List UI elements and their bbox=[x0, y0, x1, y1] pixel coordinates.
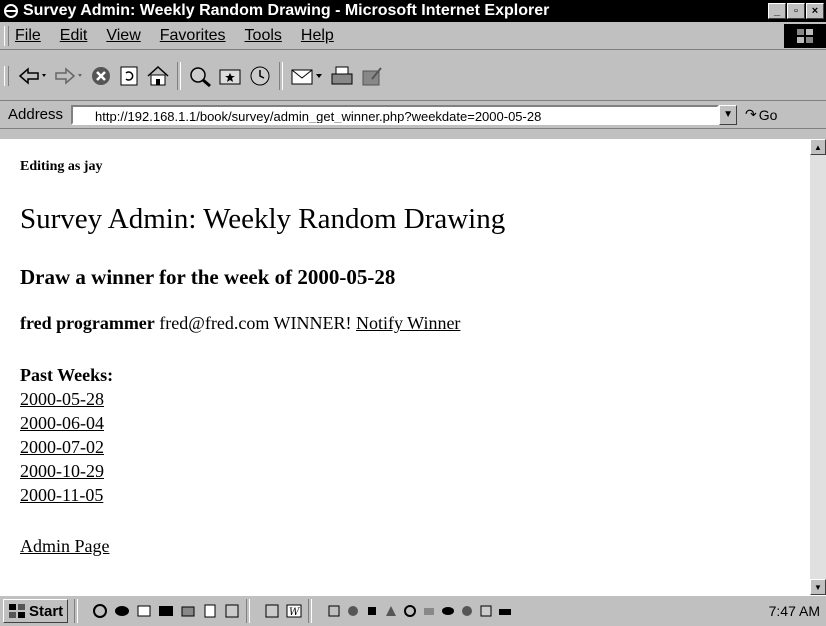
standard-toolbar bbox=[0, 51, 826, 101]
search-icon[interactable] bbox=[188, 61, 212, 91]
chevron-down-icon: ▼ bbox=[723, 109, 733, 120]
running-app-icon[interactable] bbox=[264, 603, 280, 619]
go-button[interactable]: ↷ Go bbox=[745, 106, 777, 123]
taskbar: Start W 7:47 AM bbox=[0, 595, 826, 626]
past-weeks-label: Past Weeks: bbox=[20, 365, 114, 385]
taskbar-separator bbox=[74, 599, 79, 623]
notify-winner-link[interactable]: Notify Winner bbox=[356, 313, 460, 333]
forward-icon[interactable] bbox=[54, 61, 84, 91]
page-title: Survey Admin: Weekly Random Drawing bbox=[20, 203, 506, 235]
arrow-down-icon: ▼ bbox=[814, 582, 822, 592]
admin-page-link[interactable]: Admin Page bbox=[20, 536, 110, 557]
address-input[interactable]: http://192.168.1.1/book/survey/admin_get… bbox=[71, 104, 720, 125]
editing-as-label: Editing as jay bbox=[20, 159, 103, 174]
past-week-link[interactable]: 2000-10-29 bbox=[20, 459, 113, 483]
winner-email: fred@fred.com bbox=[159, 313, 270, 333]
winner-name: fred programmer bbox=[20, 313, 155, 333]
past-week-link[interactable]: 2000-05-28 bbox=[20, 387, 113, 411]
stop-icon[interactable] bbox=[90, 61, 112, 91]
menu-view[interactable]: View bbox=[106, 27, 140, 45]
tray-icon[interactable] bbox=[459, 603, 475, 619]
tray-icon[interactable] bbox=[478, 603, 494, 619]
scroll-down-button[interactable]: ▼ bbox=[810, 579, 826, 595]
page-content: Editing as jay Survey Admin: Weekly Rand… bbox=[0, 139, 810, 595]
ie-icon bbox=[3, 3, 19, 19]
menu-favorites[interactable]: Favorites bbox=[160, 27, 226, 45]
history-icon[interactable] bbox=[248, 61, 272, 91]
menu-tools-label: Tools bbox=[244, 26, 282, 44]
past-week-link[interactable]: 2000-11-05 bbox=[20, 483, 113, 507]
toolbar-grip bbox=[4, 65, 9, 86]
start-label: Start bbox=[29, 602, 64, 620]
menu-file-label: File bbox=[15, 26, 41, 44]
past-weeks-list: Past Weeks: 2000-05-28 2000-06-04 2000-0… bbox=[20, 363, 113, 507]
arrow-up-icon: ▲ bbox=[814, 142, 822, 152]
vertical-scrollbar[interactable]: ▲ ▼ bbox=[810, 139, 826, 595]
toolbar-separator bbox=[279, 61, 283, 90]
word-icon[interactable]: W bbox=[286, 603, 302, 619]
running-apps: W bbox=[264, 603, 302, 619]
window-title: Survey Admin: Weekly Random Drawing - Mi… bbox=[23, 2, 550, 19]
tray-icon[interactable] bbox=[326, 603, 342, 619]
draw-winner-heading: Draw a winner for the week of 2000-05-28 bbox=[20, 265, 396, 289]
minimize-button[interactable]: _ bbox=[768, 3, 786, 19]
toolbar-separator bbox=[177, 61, 181, 90]
scroll-up-button[interactable]: ▲ bbox=[810, 139, 826, 155]
address-bar: Address http://192.168.1.1/book/survey/a… bbox=[0, 101, 826, 129]
svg-text:W: W bbox=[289, 607, 300, 618]
go-label: Go bbox=[758, 106, 778, 123]
address-label: Address bbox=[8, 106, 64, 123]
ie-quicklaunch-icon[interactable] bbox=[92, 603, 108, 619]
menu-edit[interactable]: Edit bbox=[60, 27, 88, 45]
title-bar: Survey Admin: Weekly Random Drawing - Mi… bbox=[0, 0, 826, 22]
edit-icon[interactable] bbox=[360, 61, 384, 91]
notepad-quicklaunch-icon[interactable] bbox=[202, 603, 218, 619]
tray-icon[interactable] bbox=[402, 603, 418, 619]
system-tray bbox=[326, 603, 513, 619]
home-icon[interactable] bbox=[146, 61, 170, 91]
tray-icon[interactable] bbox=[440, 603, 456, 619]
clock: 7:47 AM bbox=[768, 603, 820, 619]
menu-grip bbox=[4, 25, 9, 46]
address-dropdown-button[interactable]: ▼ bbox=[719, 104, 738, 125]
outlook-quicklaunch-icon[interactable] bbox=[114, 603, 130, 619]
maximize-button[interactable]: ▫ bbox=[787, 3, 805, 19]
tray-icon[interactable] bbox=[364, 603, 380, 619]
windows-flag-icon bbox=[9, 604, 25, 618]
refresh-icon[interactable] bbox=[118, 61, 140, 91]
favorites-icon[interactable] bbox=[218, 61, 242, 91]
terminal-quicklaunch-icon[interactable] bbox=[158, 603, 174, 619]
menu-help[interactable]: Help bbox=[301, 27, 334, 45]
menu-tools[interactable]: Tools bbox=[245, 27, 282, 45]
windows-logo-icon bbox=[784, 24, 826, 48]
menu-view-label: View bbox=[106, 26, 141, 44]
menu-bar: File Edit View Favorites Tools Help bbox=[0, 22, 826, 50]
tray-icon[interactable] bbox=[421, 603, 437, 619]
explorer-quicklaunch-icon[interactable] bbox=[180, 603, 196, 619]
past-week-link[interactable]: 2000-06-04 bbox=[20, 411, 113, 435]
taskbar-separator bbox=[246, 599, 251, 623]
winner-status: WINNER! bbox=[273, 313, 352, 333]
taskbar-separator bbox=[308, 599, 313, 623]
menu-favorites-label: Favorites bbox=[159, 26, 226, 44]
winner-line: fred programmer fred@fred.com WINNER! No… bbox=[20, 313, 460, 334]
back-icon[interactable] bbox=[18, 61, 48, 91]
quick-launch bbox=[92, 603, 240, 619]
menu-edit-label: Edit bbox=[59, 26, 88, 44]
mail-icon[interactable] bbox=[290, 61, 324, 91]
desktop-quicklaunch-icon[interactable] bbox=[136, 603, 152, 619]
tray-icon[interactable] bbox=[345, 603, 361, 619]
past-week-link[interactable]: 2000-07-02 bbox=[20, 435, 113, 459]
tray-icon[interactable] bbox=[383, 603, 399, 619]
tray-icon[interactable] bbox=[497, 603, 513, 619]
menu-help-label: Help bbox=[300, 26, 334, 44]
menu-file[interactable]: File bbox=[15, 27, 41, 45]
close-button[interactable]: × bbox=[806, 3, 824, 19]
go-arrow-icon: ↷ bbox=[745, 106, 757, 122]
start-button[interactable]: Start bbox=[3, 599, 69, 623]
app-quicklaunch-icon[interactable] bbox=[224, 603, 240, 619]
print-icon[interactable] bbox=[330, 61, 354, 91]
